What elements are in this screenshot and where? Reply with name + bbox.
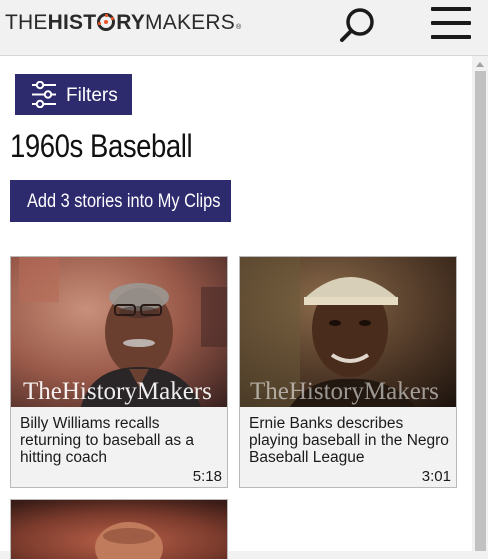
watermark-text: TheHistoryMakers [23,378,212,405]
filters-button[interactable]: Filters [15,74,132,115]
scrollbar-thumb[interactable] [475,71,486,551]
logo-text-the: THE [5,11,48,34]
logo-text-makers: MAKERS [145,11,235,34]
filters-button-label: Filters [66,85,118,106]
page-title: 1960s Baseball [10,128,193,164]
scroll-up-arrow-icon[interactable] [476,62,484,67]
story-duration: 3:01 [421,468,451,485]
logo-registered-mark: ® [235,24,242,31]
hamburger-menu-icon[interactable] [431,7,473,41]
story-caption[interactable]: Billy Williams recalls returning to base… [20,415,220,466]
logo-text-ry: RY [116,11,146,34]
story-card[interactable] [10,499,228,559]
logo-text-hist: HIST [47,11,97,34]
add-to-my-clips-button[interactable]: Add 3 stories into My Clips [10,180,231,222]
story-thumbnail[interactable]: TheHistoryMakers [11,257,227,407]
story-duration: 5:18 [192,468,222,485]
story-card[interactable]: TheHistoryMakers Billy Williams recalls … [10,256,228,488]
add-to-my-clips-label: Add 3 stories into My Clips [27,191,221,212]
page-scrollbar[interactable] [472,56,488,551]
site-header: THE HIST RY MAKERS ® [0,0,488,56]
story-card[interactable]: TheHistoryMakers Ernie Banks describes p… [239,256,457,488]
story-thumbnail[interactable] [11,500,227,559]
logo-o-mark [97,13,116,31]
historymakers-logo[interactable]: THE HIST RY MAKERS ® [5,11,242,37]
sliders-icon [32,81,56,108]
story-thumbnail[interactable]: TheHistoryMakers [240,257,456,407]
search-icon[interactable] [338,6,378,46]
watermark-text: TheHistoryMakers [250,378,439,405]
story-caption[interactable]: Ernie Banks describes playing baseball i… [249,415,449,466]
